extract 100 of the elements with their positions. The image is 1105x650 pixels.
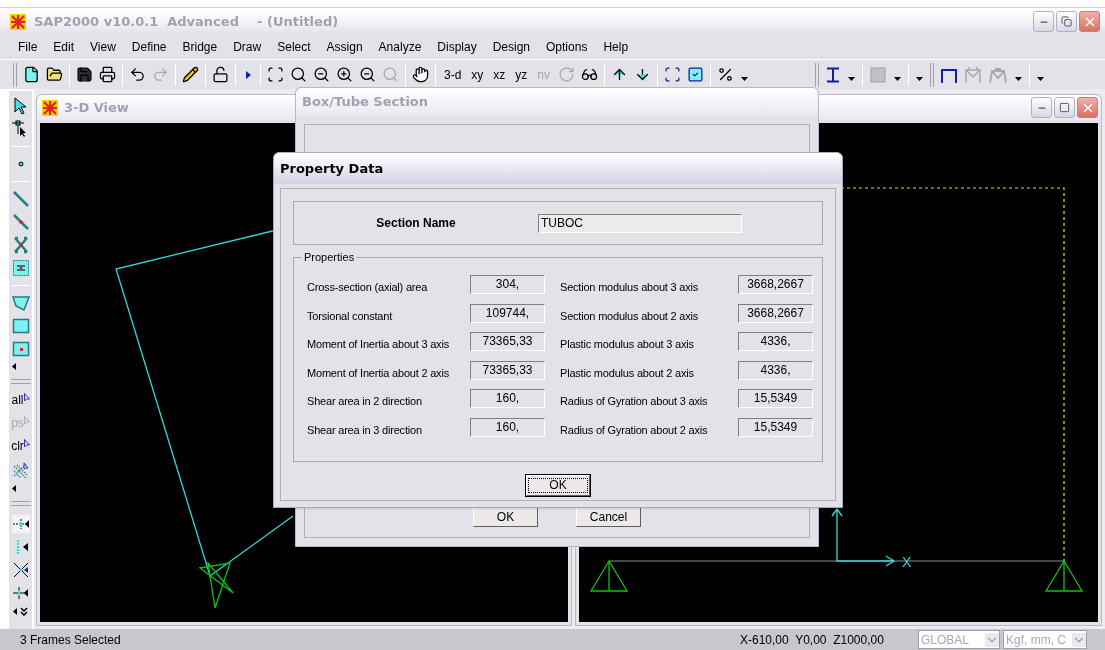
shrink-icon[interactable] — [664, 66, 682, 83]
minimize-button[interactable] — [1031, 97, 1052, 118]
crossed-lines-icon[interactable] — [11, 236, 30, 254]
view-button[interactable]: xy — [466, 65, 489, 84]
property-value[interactable]: 15,5349 — [738, 417, 813, 437]
rectangle-point-icon[interactable] — [11, 340, 30, 358]
property-value[interactable]: 4336, — [738, 360, 813, 380]
cursor-coordinates: X-610,00 Y0,00 Z1000,00 — [740, 631, 885, 649]
pencil-icon[interactable] — [182, 66, 199, 83]
zoom-out-icon[interactable] — [313, 66, 330, 83]
dotted-box-icon[interactable] — [11, 259, 30, 277]
property-value[interactable]: 73365,33 — [470, 360, 545, 380]
field-label: Section Name — [375, 215, 457, 232]
joint-icon[interactable] — [11, 584, 30, 602]
hatched-box-icon[interactable] — [11, 462, 30, 480]
dropdown-caret-icon[interactable] — [848, 76, 856, 81]
property-value[interactable]: 3668,2667 — [738, 275, 813, 295]
window-title: SAP2000 v10.0.1 Advanced - (Untitled) — [34, 12, 340, 31]
i-beam-icon[interactable] — [826, 66, 841, 83]
property-value[interactable]: 160, — [470, 417, 545, 437]
property-value[interactable]: 4336, — [738, 332, 813, 352]
pan-hand-icon[interactable] — [412, 66, 429, 83]
dropdown-caret-icon[interactable] — [741, 76, 749, 81]
menu-item[interactable]: File — [10, 38, 46, 56]
property-value[interactable]: 109744, — [470, 303, 545, 323]
unlocked-icon[interactable] — [212, 66, 229, 83]
zoom-icon[interactable] — [290, 66, 307, 83]
expand-caret-icon[interactable] — [12, 363, 16, 370]
menu-item[interactable]: Design — [484, 38, 539, 56]
zoom-out-icon[interactable] — [359, 66, 376, 83]
property-value[interactable]: 304, — [470, 275, 545, 295]
cursor-icon — [23, 439, 30, 448]
support-icon — [198, 560, 234, 609]
polygon-icon[interactable] — [11, 294, 30, 312]
selection-button[interactable]: all — [11, 393, 30, 411]
checkbox-icon[interactable] — [687, 66, 705, 83]
axis-label: X — [902, 554, 912, 570]
property-label: Cross-section (axial) area — [307, 280, 429, 295]
menu-item[interactable]: Analyze — [370, 38, 430, 56]
undo-icon[interactable] — [129, 66, 146, 83]
dropdown-caret-icon[interactable] — [894, 76, 902, 81]
dropdown-caret-icon[interactable] — [1037, 76, 1045, 81]
selection-button[interactable]: clr — [11, 439, 30, 457]
property-label: Section modulus about 2 axis — [559, 308, 700, 324]
joint-icon[interactable] — [11, 561, 30, 579]
restore-button[interactable] — [1056, 11, 1077, 32]
dialog-title: Property Data — [280, 159, 384, 178]
joint-icon[interactable] — [11, 515, 30, 533]
property-value[interactable]: 15,5349 — [738, 389, 813, 409]
save-icon[interactable] — [76, 66, 93, 83]
property-value[interactable]: 3668,2667 — [738, 303, 813, 323]
new-file-icon[interactable] — [23, 66, 40, 83]
property-label: Radius of Gyration about 2 axis — [559, 422, 709, 438]
property-value[interactable]: 73365,33 — [470, 332, 545, 352]
dropdown-caret-icon[interactable] — [916, 76, 924, 81]
close-button[interactable] — [1079, 11, 1100, 32]
property-label: Moment of Inertia about 3 axis — [307, 337, 450, 352]
run-icon[interactable] — [243, 69, 253, 80]
rectangle-icon[interactable] — [11, 317, 30, 335]
menu-item[interactable]: Bridge — [174, 38, 226, 56]
view-button[interactable]: yz — [510, 65, 533, 84]
frame-icon[interactable] — [940, 66, 959, 83]
menu-item[interactable]: Options — [538, 38, 596, 56]
property-label: Torsional constant — [307, 308, 394, 324]
zoom-window-icon[interactable] — [267, 66, 284, 83]
dialog-button[interactable]: Cancel — [576, 506, 641, 527]
axis-arrows — [831, 507, 896, 567]
menu-item[interactable]: Assign — [318, 38, 371, 56]
percent-icon[interactable] — [717, 66, 735, 83]
dropdown-caret-icon[interactable] — [1015, 76, 1023, 81]
menu-item[interactable]: Help — [595, 38, 637, 56]
menu-item[interactable]: Edit — [45, 38, 83, 56]
menu-item[interactable]: Select — [269, 38, 319, 56]
menu-item[interactable]: Define — [123, 38, 175, 56]
ok-button[interactable]: OK — [526, 475, 590, 496]
open-folder-icon[interactable] — [46, 66, 63, 83]
property-value[interactable]: 160, — [470, 389, 545, 409]
group-title: Properties — [302, 250, 357, 264]
line-icon[interactable] — [11, 190, 30, 208]
dialog-button[interactable]: OK — [473, 506, 538, 527]
printer-icon[interactable] — [99, 66, 116, 83]
maximize-icon — [1059, 102, 1070, 113]
zoom-in-icon[interactable] — [336, 66, 353, 83]
expand-caret-icon[interactable] — [13, 608, 17, 615]
view-button[interactable]: xz — [488, 65, 511, 84]
menu-item[interactable]: Display — [429, 38, 485, 56]
minimize-button[interactable] — [1033, 11, 1054, 32]
view-button[interactable]: 3-d — [439, 65, 467, 84]
double-chevron-icon[interactable] — [20, 607, 28, 616]
glasses-icon[interactable] — [581, 66, 599, 83]
line-point-icon[interactable] — [11, 213, 30, 231]
property-label: Moment of Inertia about 2 axis — [307, 365, 450, 381]
menu-item[interactable]: View — [82, 38, 124, 56]
close-button[interactable] — [1077, 97, 1098, 118]
section-name-field[interactable]: TUBOC — [538, 213, 742, 233]
maximize-button[interactable] — [1054, 97, 1075, 118]
menu-item[interactable]: Draw — [225, 38, 270, 56]
expand-caret-icon[interactable] — [12, 485, 16, 492]
cursor-icon — [23, 416, 30, 425]
dialog-title: Box/Tube Section — [302, 93, 429, 112]
